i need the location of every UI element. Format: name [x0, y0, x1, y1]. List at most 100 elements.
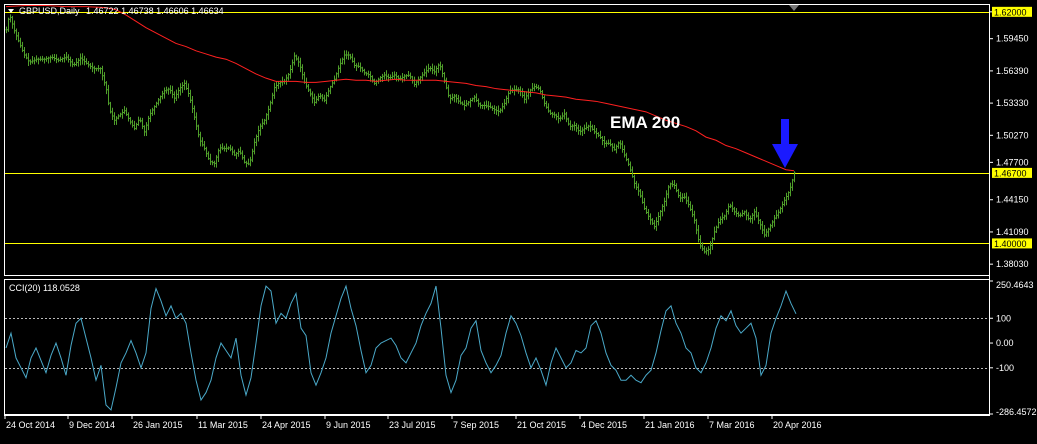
- price-bar: [141, 117, 144, 130]
- price-bar: [23, 46, 26, 59]
- price-bar: [463, 100, 466, 111]
- time-tick-label: 20 Apr 2016: [773, 420, 822, 430]
- candle-bars: [5, 14, 796, 256]
- price-bar: [15, 28, 18, 41]
- price-bar: [495, 106, 498, 115]
- price-bar: [189, 89, 192, 103]
- price-bar: [297, 56, 300, 67]
- price-bar: [25, 53, 28, 60]
- price-bar: [293, 52, 296, 66]
- price-bar: [449, 94, 452, 104]
- price-bar: [563, 109, 566, 120]
- price-bar: [255, 134, 258, 147]
- price-bar: [521, 88, 524, 98]
- price-bar: [573, 121, 576, 131]
- price-bar: [571, 124, 574, 131]
- price-bar: [685, 192, 688, 205]
- price-bar: [743, 210, 746, 216]
- price-bar: [659, 209, 662, 221]
- price-bar: [321, 93, 324, 102]
- price-bar: [715, 225, 718, 233]
- price-bar: [453, 93, 456, 103]
- price-bar: [579, 125, 582, 136]
- price-bar: [595, 127, 598, 139]
- price-bar: [133, 120, 136, 131]
- price-bar: [269, 100, 272, 112]
- price-bar: [291, 59, 294, 73]
- price-bar: [47, 56, 50, 64]
- price-bar: [457, 94, 460, 104]
- price-bar: [473, 95, 476, 103]
- price-bar: [793, 171, 796, 183]
- price-bar: [429, 66, 432, 72]
- price-bar: [617, 141, 620, 149]
- price-bar: [27, 52, 30, 67]
- price-bar: [415, 80, 418, 88]
- price-bar: [739, 212, 742, 218]
- cci-tick-label: 250.4643: [996, 280, 1034, 290]
- price-bar: [209, 153, 212, 165]
- price-bar: [329, 85, 332, 95]
- price-bar: [427, 63, 430, 73]
- price-bar: [621, 140, 624, 153]
- price-bar: [295, 54, 298, 61]
- price-bar: [305, 77, 308, 89]
- shift-marker-icon[interactable]: [789, 5, 799, 11]
- price-bar: [41, 55, 44, 62]
- price-bar: [131, 119, 134, 128]
- chart-title: GBPUSD,Daily 1.46722 1.46738 1.46606 1.4…: [19, 6, 224, 16]
- price-bar: [587, 124, 590, 132]
- price-bar: [653, 220, 656, 230]
- price-bar: [479, 102, 482, 109]
- price-bar: [267, 105, 270, 120]
- price-bar: [159, 95, 162, 104]
- price-bar: [311, 91, 314, 104]
- level-price-tag-label: 1.46700: [994, 168, 1027, 178]
- price-bar: [475, 93, 478, 103]
- price-bar: [531, 83, 534, 92]
- price-bar: [745, 209, 748, 221]
- time-tick-label: 24 Apr 2015: [262, 420, 311, 430]
- price-bar: [489, 102, 492, 109]
- price-bar: [109, 101, 112, 114]
- price-bar: [99, 67, 102, 74]
- price-bar: [195, 112, 198, 131]
- price-bar: [433, 65, 436, 75]
- price-bar: [345, 50, 348, 60]
- price-bar: [725, 209, 728, 220]
- price-bar: [397, 75, 400, 82]
- price-bar: [753, 208, 756, 221]
- price-bar: [103, 72, 106, 86]
- price-bar: [105, 81, 108, 95]
- price-bar: [697, 225, 700, 243]
- ema200-series-line: [5, 5, 795, 172]
- price-bar: [771, 220, 774, 229]
- price-bar: [639, 189, 642, 198]
- price-bar: [341, 57, 344, 65]
- price-bar: [85, 58, 88, 65]
- price-bar: [81, 53, 84, 65]
- cci-tick-label: 0.00: [996, 338, 1014, 348]
- price-bar: [265, 113, 268, 125]
- price-bar: [83, 55, 86, 66]
- price-bar: [591, 124, 594, 131]
- price-bar: [309, 88, 312, 97]
- price-bar: [251, 148, 254, 163]
- price-bar: [481, 104, 484, 109]
- price-bar: [779, 206, 782, 214]
- price-bar: [51, 54, 54, 60]
- price-bar: [375, 79, 378, 86]
- price-bar: [153, 105, 156, 115]
- price-bar: [155, 101, 158, 108]
- price-bar: [575, 122, 578, 132]
- price-bar: [625, 152, 628, 162]
- price-bar: [537, 84, 540, 91]
- price-bar: [271, 92, 274, 105]
- price-bar: [767, 227, 770, 237]
- price-bar: [469, 98, 472, 108]
- price-bar: [535, 83, 538, 90]
- price-bar: [325, 92, 328, 105]
- trading-chart: 1.62000 1.59450 1.56390 1.53330 1.50270 1.477…: [0, 0, 1037, 439]
- price-bar: [287, 73, 290, 81]
- price-tick-label: 1.59450: [996, 34, 1029, 44]
